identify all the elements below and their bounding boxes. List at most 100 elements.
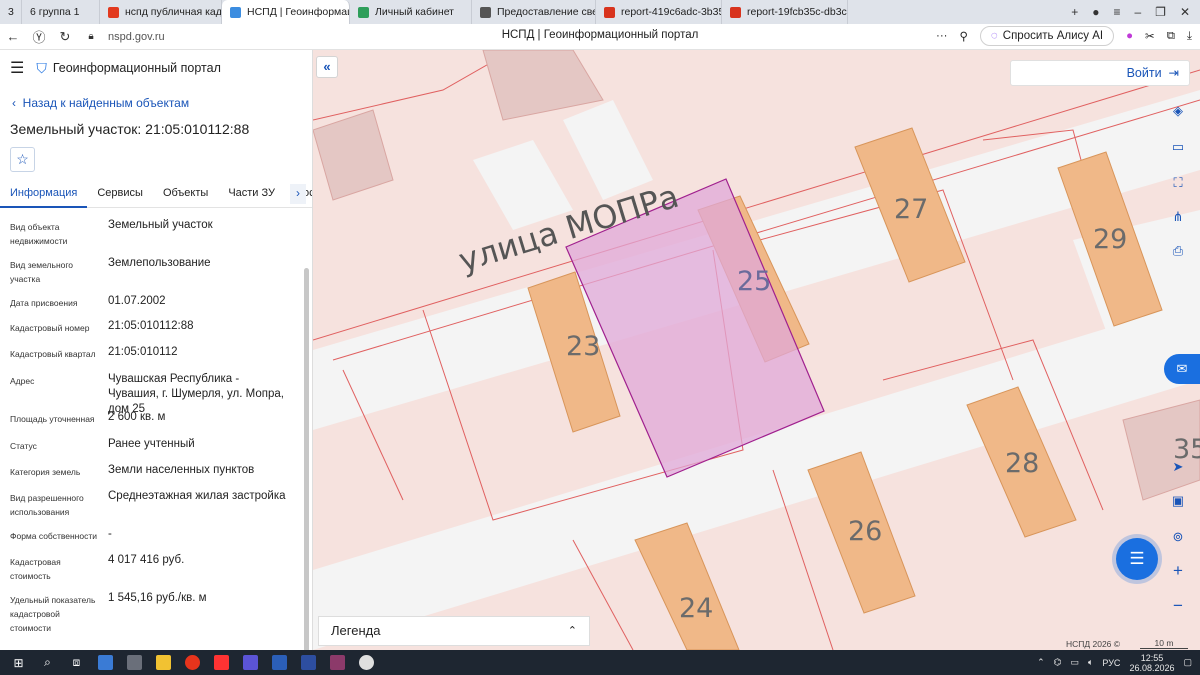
reload-icon[interactable]: ↻ — [52, 29, 78, 45]
attribute-key: Категория земель — [10, 467, 81, 477]
tabs-scroll-right-icon[interactable]: › — [290, 184, 306, 204]
tray-arrow-icon[interactable]: ⌃ — [1037, 657, 1045, 668]
minimap-icon[interactable]: ▣ — [1166, 490, 1190, 512]
tab-label: Предоставление сведени — [497, 6, 595, 18]
bookmark-icon[interactable]: ⚲ — [959, 29, 967, 43]
panel-scrollbar[interactable] — [304, 268, 309, 650]
browser-tab[interactable]: нспд публичная кадастр — [100, 0, 222, 24]
attribute-row: Удельный показатель кадастровой стоимост… — [0, 591, 300, 633]
attribute-row: Кадастровый квартал 21:05:010112 — [0, 345, 300, 363]
portal-logo-icon: ⛉ — [36, 59, 47, 76]
attribute-value: Ранее учтенный — [108, 438, 195, 450]
house-number-27: 27 — [894, 194, 928, 225]
minimize-icon[interactable]: – — [1134, 5, 1141, 19]
cadastral-map[interactable]: улица МОПРа 23 25 27 29 28 26 24 35 — [313, 50, 1200, 650]
attribute-row: Дата присвоения 01.07.2002 — [0, 294, 300, 312]
yandex-icon[interactable] — [209, 650, 234, 675]
browser-tab[interactable]: report-419c6adc-3b35-46 — [596, 0, 722, 24]
house-number-25: 25 — [737, 266, 771, 297]
app-s-icon[interactable] — [238, 650, 263, 675]
ruler-icon[interactable]: ▭ — [1166, 136, 1190, 158]
display-icon[interactable]: ▭ — [1070, 657, 1079, 668]
language-indicator[interactable]: РУС — [1102, 658, 1120, 668]
windows-start-icon[interactable]: ⊞ — [6, 650, 31, 675]
restore-icon[interactable]: ❐ — [1155, 5, 1166, 19]
map-view[interactable]: улица МОПРа 23 25 27 29 28 26 24 35 — [313, 50, 1200, 650]
task-view-icon[interactable]: ⧈ — [64, 650, 89, 675]
attribute-value: 01.07.2002 — [108, 295, 166, 307]
hamburger-menu-icon[interactable]: ☰ — [10, 58, 24, 78]
browser-tab[interactable]: Личный кабинет — [350, 0, 472, 24]
search-location-icon[interactable]: ⊚ — [1166, 526, 1190, 548]
attribute-key: Площадь уточненная — [10, 414, 95, 424]
select-area-icon[interactable]: ⛶ — [1166, 172, 1190, 194]
attribute-key: Кадастровый номер — [10, 323, 90, 333]
browser-tab[interactable]: 3 — [0, 0, 22, 24]
favorite-star-icon[interactable]: ☆ — [10, 147, 35, 172]
clock[interactable]: 12:55 26.08.2026 — [1129, 653, 1174, 673]
new-tab-icon[interactable]: + — [1071, 5, 1078, 19]
downloads-icon[interactable]: ⤓ — [1187, 30, 1192, 43]
extensions-puzzle-icon[interactable]: ⧉ — [1167, 30, 1175, 43]
print-icon[interactable]: ⎙ — [1166, 240, 1190, 262]
chat-assistant-icon[interactable]: ☰ — [1116, 538, 1158, 580]
explorer-icon[interactable] — [151, 650, 176, 675]
window-controls: + ● ≡ – ❐ ✕ — [1071, 0, 1200, 24]
mail-icon[interactable] — [93, 650, 118, 675]
attribute-value: Среднеэтажная жилая застройка — [108, 490, 286, 502]
browser-tab[interactable]: Предоставление сведени — [472, 0, 596, 24]
yandex-icon[interactable]: Ⓨ — [26, 27, 52, 46]
system-tray: ⌃ ⌬ ▭ 🔈︎ РУС 12:55 26.08.2026 ▢ — [1037, 650, 1192, 675]
close-window-icon[interactable]: ✕ — [1180, 5, 1190, 19]
layers-icon[interactable]: ◈ — [1166, 100, 1190, 122]
object-info-panel: ☰ ⛉ Геоинформационный портал ‹ Назад к н… — [0, 50, 313, 650]
info-tab[interactable]: Сервисы — [87, 178, 153, 208]
geolocation-icon[interactable]: ➤ — [1166, 456, 1190, 478]
profile-icon[interactable]: ● — [1092, 5, 1099, 19]
attribute-value: Земельный участок — [108, 219, 213, 231]
store-icon[interactable] — [122, 650, 147, 675]
info-tab[interactable]: Части ЗУ — [218, 178, 285, 208]
feedback-icon[interactable]: ✉ — [1164, 354, 1200, 384]
collapse-panel-icon[interactable]: « — [316, 56, 338, 78]
volume-icon[interactable]: 🔈︎ — [1088, 657, 1093, 668]
url-field[interactable]: nspd.gov.ru — [108, 31, 165, 43]
browser-tab[interactable]: report-19fcb35c-db3c-472 — [722, 0, 848, 24]
extension-icon[interactable]: ● — [1126, 30, 1133, 42]
browser-tab[interactable]: НСПД | Геоинформацио✕ — [222, 0, 350, 24]
network-icon[interactable]: ⌬ — [1054, 657, 1062, 668]
login-button[interactable]: Войти ⇥ — [1010, 60, 1190, 86]
tools-icon[interactable]: ✂ — [1145, 29, 1155, 43]
legend-dropdown[interactable]: Легенда ⌃ — [318, 616, 590, 646]
info-tab[interactable]: Объекты — [153, 178, 218, 208]
zoom-out-icon[interactable]: − — [1166, 595, 1190, 617]
ask-alice-button[interactable]: ◌ Спросить Алису AI — [979, 26, 1115, 46]
notes-icon[interactable] — [296, 650, 321, 675]
tab-label: Личный кабинет — [375, 6, 454, 18]
attribute-row: Площадь уточненная 2 600 кв. м — [0, 410, 300, 428]
zoom-in-icon[interactable]: + — [1166, 560, 1190, 582]
house-number-28: 28 — [1005, 448, 1039, 479]
back-to-results-link[interactable]: ‹ Назад к найденным объектам — [12, 96, 189, 110]
yandex-browser-icon[interactable] — [180, 650, 205, 675]
info-tabs: ИнформацияСервисыОбъектыЧасти ЗУСостав — [0, 178, 312, 208]
chrome-icon[interactable] — [354, 650, 379, 675]
address-bar: ← Ⓨ ↻ 🔒︎ nspd.gov.ru НСПД | Геоинформаци… — [0, 24, 1200, 50]
share-icon[interactable]: ⋔ — [1166, 206, 1190, 228]
notifications-icon[interactable]: ▢ — [1183, 657, 1192, 668]
attribute-row: Кадастровый номер 21:05:010112:88 — [0, 319, 300, 337]
word-icon[interactable] — [267, 650, 292, 675]
menu-icon[interactable]: ≡ — [1113, 5, 1120, 19]
more-icon[interactable]: ··· — [936, 30, 948, 42]
back-arrow-icon[interactable]: ← — [0, 29, 26, 44]
browser-tab[interactable]: 6 группа 1 — [22, 0, 100, 24]
attribute-row: Кадастровая стоимость 4 017 416 руб. — [0, 553, 300, 581]
attribute-key: Удельный показатель кадастровой стоимост… — [10, 595, 96, 633]
search-icon[interactable]: ⌕ — [35, 650, 60, 675]
winrar-icon[interactable] — [325, 650, 350, 675]
map-copyright: НСПД 2026 © — [1066, 639, 1121, 649]
attribute-value: 21:05:010112:88 — [108, 320, 194, 332]
attribute-key: Адрес — [10, 376, 35, 386]
attribute-value: 2 600 кв. м — [108, 411, 166, 423]
info-tab[interactable]: Информация — [0, 178, 88, 208]
